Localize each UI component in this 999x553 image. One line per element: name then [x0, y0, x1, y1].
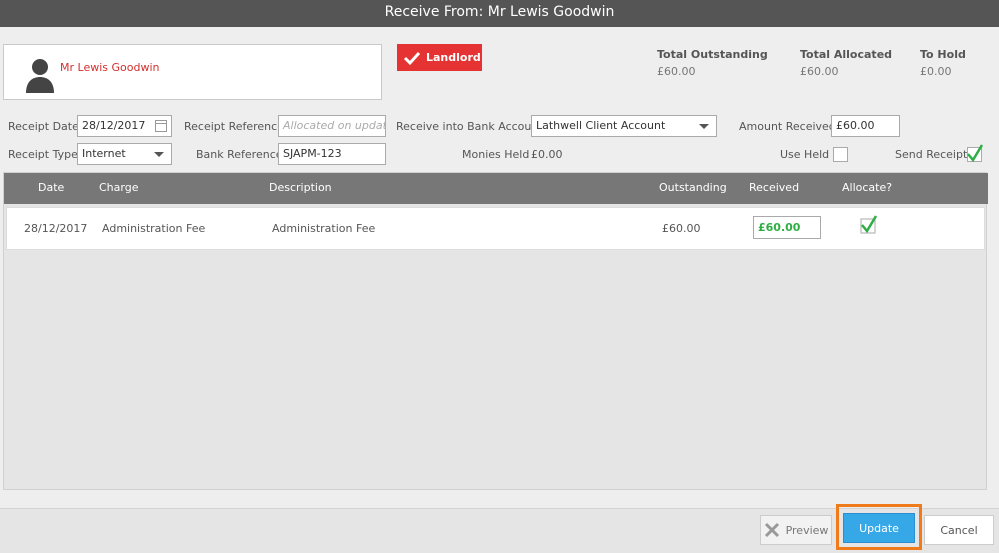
col-date[interactable]: Date: [38, 181, 64, 194]
monies-held-value: £0.00: [531, 148, 563, 161]
col-allocate[interactable]: Allocate?: [842, 181, 892, 194]
use-held-checkbox[interactable]: [833, 147, 848, 162]
col-outstanding[interactable]: Outstanding: [659, 181, 727, 194]
total-allocated: Total Allocated £60.00: [800, 48, 892, 78]
receipt-type-label: Receipt Type: [8, 148, 78, 161]
row-received-input[interactable]: £60.00: [753, 216, 821, 239]
contact-card: Mr Lewis Goodwin: [3, 44, 382, 100]
total-allocated-label: Total Allocated: [800, 48, 893, 61]
monies-held-label: Monies Held: [462, 148, 530, 161]
row-outstanding: £60.00: [662, 222, 701, 235]
receipt-type-value: Internet: [82, 147, 126, 160]
preview-label: Preview: [785, 523, 829, 537]
row-charge: Administration Fee: [102, 222, 206, 235]
dialog-title: Receive From: Mr Lewis Goodwin: [0, 0, 999, 27]
avatar-icon: [26, 59, 54, 93]
table-row[interactable]: 28/12/2017 Administration Fee Administra…: [6, 207, 985, 250]
bank-account-select[interactable]: Lathwell Client Account: [531, 115, 717, 137]
row-date: 28/12/2017: [24, 222, 88, 235]
badge-label: Landlord: [426, 51, 481, 64]
use-held-label: Use Held: [780, 148, 830, 161]
contact-name[interactable]: Mr Lewis Goodwin: [60, 61, 159, 74]
total-allocated-value: £60.00: [800, 65, 839, 78]
receipt-type-select[interactable]: Internet: [77, 143, 172, 165]
bank-account-value: Lathwell Client Account: [536, 119, 666, 132]
col-description[interactable]: Description: [269, 181, 332, 194]
total-outstanding-label: Total Outstanding: [657, 48, 768, 61]
preview-button[interactable]: Preview: [760, 515, 832, 545]
cancel-button[interactable]: Cancel: [924, 515, 994, 545]
table-header: Date Charge Description Outstanding Rece…: [4, 173, 988, 204]
send-receipt-label: Send Receipt: [895, 148, 968, 161]
to-hold-label: To Hold: [920, 48, 966, 61]
col-received[interactable]: Received: [749, 181, 799, 194]
total-outstanding-value: £60.00: [657, 65, 696, 78]
bank-reference-input[interactable]: SJAPM-123: [278, 143, 386, 165]
receipt-date-value: 28/12/2017: [82, 119, 146, 132]
amount-received-label: Amount Received: [739, 120, 836, 133]
receipt-date-label: Receipt Date: [8, 120, 79, 133]
checkmark-icon: [967, 144, 984, 163]
landlord-badge: Landlord: [397, 44, 482, 71]
amount-received-input[interactable]: £60.00: [831, 115, 900, 137]
checkmark-icon: [403, 51, 421, 65]
col-charge[interactable]: Charge: [99, 181, 138, 194]
allocate-checkbox[interactable]: [860, 214, 878, 234]
row-description: Administration Fee: [272, 222, 376, 235]
chevron-down-icon: [699, 124, 709, 129]
to-hold-value: £0.00: [920, 65, 952, 78]
receipt-reference-input[interactable]: Allocated on update: [278, 115, 386, 137]
calendar-icon[interactable]: [155, 120, 167, 132]
charges-table: Date Charge Description Outstanding Rece…: [3, 172, 988, 490]
update-button[interactable]: Update: [843, 513, 915, 543]
total-outstanding: Total Outstanding £60.00: [657, 48, 768, 78]
receipt-reference-label: Receipt Reference: [184, 120, 284, 133]
close-icon: [764, 522, 779, 538]
chevron-down-icon: [154, 152, 164, 157]
receipt-date-input[interactable]: 28/12/2017: [77, 115, 172, 137]
bank-account-label: Receive into Bank Account: [396, 120, 543, 133]
to-hold: To Hold £0.00: [920, 48, 966, 78]
bank-reference-label: Bank Reference: [196, 148, 283, 161]
